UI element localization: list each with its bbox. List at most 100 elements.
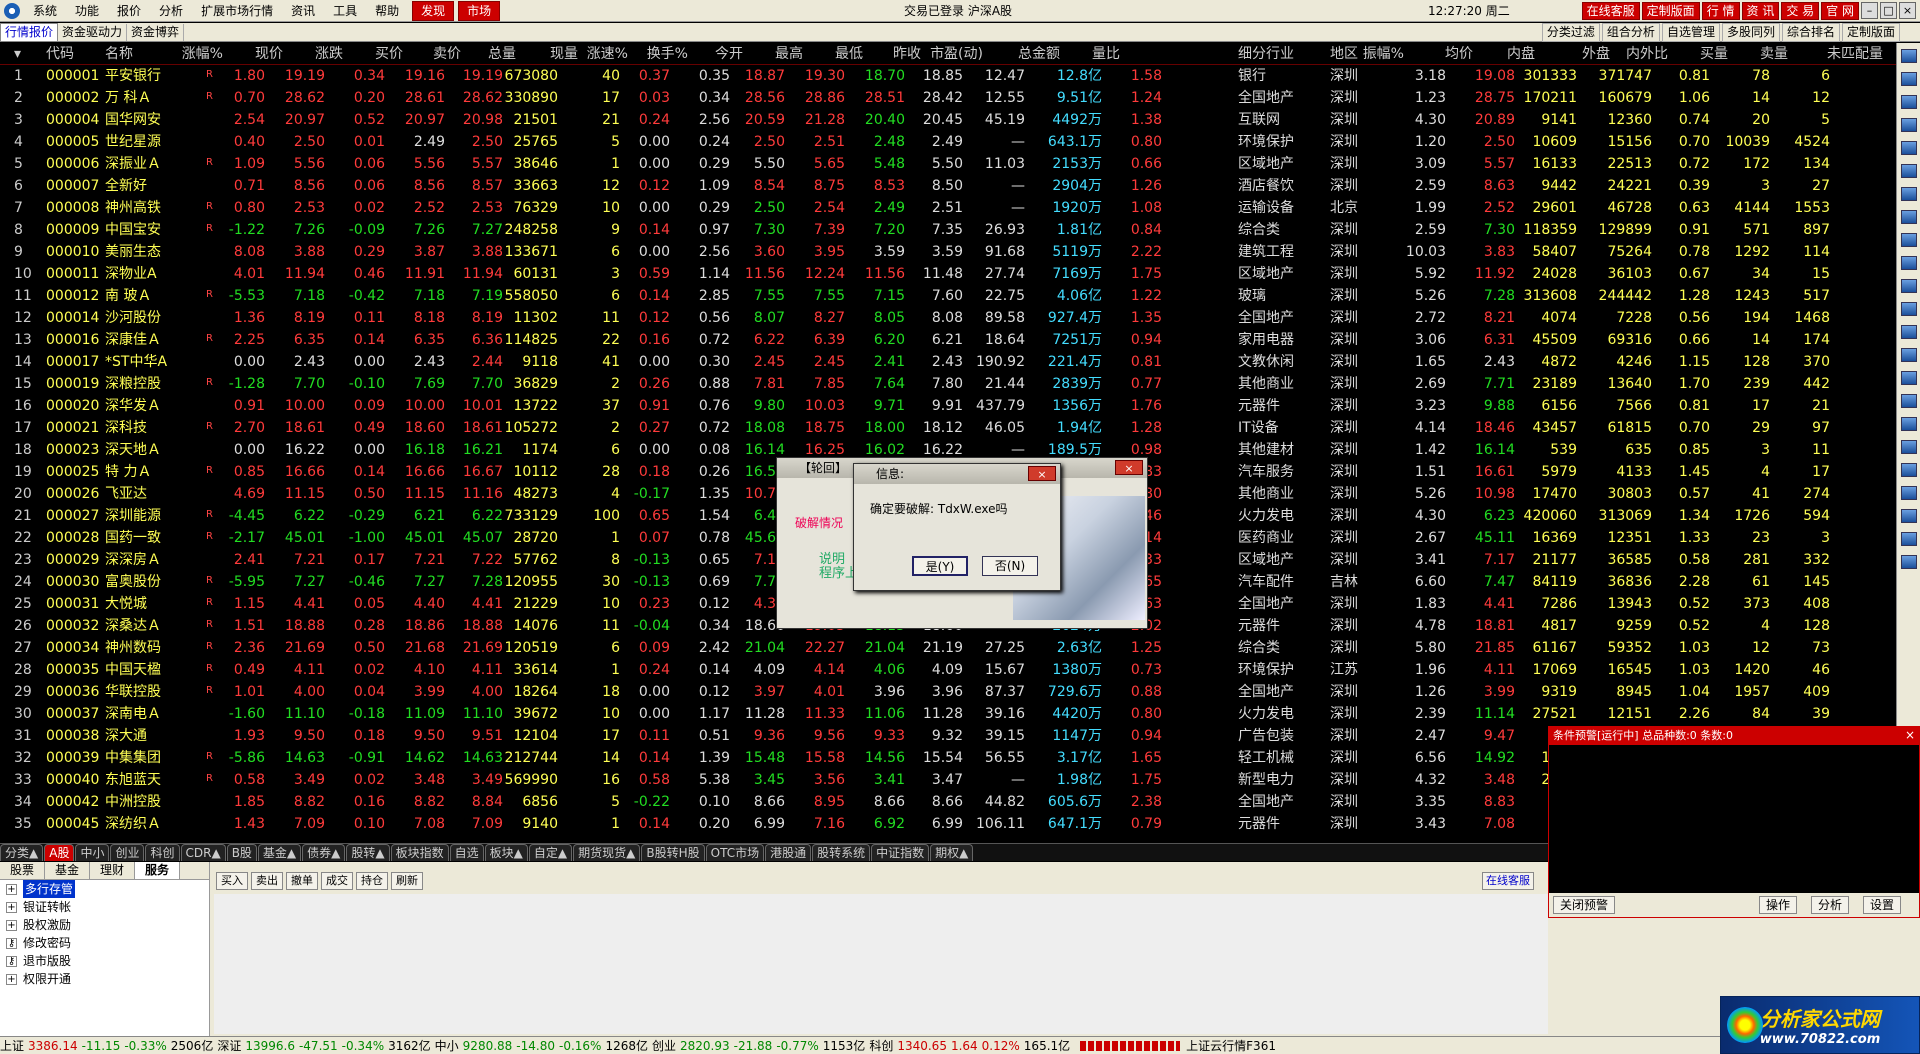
section-tab[interactable]: 港股通 — [765, 844, 812, 861]
column-header[interactable]: 均价 — [1445, 43, 1473, 65]
tree-item[interactable]: + 股权激励 — [0, 916, 209, 934]
close-alert-button[interactable]: 关闭预警 — [1553, 896, 1616, 914]
table-row[interactable]: 30 000037 深南电Ａ -1.60 11.10 -0.18 11.09 11.10 396… — [0, 703, 1920, 725]
online-service-link[interactable]: 在线客服 — [1482, 872, 1534, 890]
column-header[interactable]: 涨幅% — [182, 43, 223, 65]
column-header[interactable]: 买价 — [375, 43, 403, 65]
expand-icon[interactable]: + — [6, 919, 17, 931]
tab-quotes[interactable]: 行情报价 — [0, 22, 59, 42]
column-header[interactable]: 总金额 — [1018, 43, 1060, 65]
tab-wealth[interactable]: 理财 — [90, 862, 136, 879]
column-header[interactable]: 买量 — [1700, 43, 1728, 65]
column-header[interactable]: 地区 — [1330, 43, 1358, 65]
toolbar-icon[interactable] — [1900, 95, 1917, 109]
expand-icon[interactable]: + — [6, 973, 17, 985]
table-row[interactable]: 2 000002 万 科Ａ 0.70 28.62 0.20 28.61 28.62 330890… — [0, 87, 1920, 109]
tab-multi[interactable]: 多股同列 — [1721, 23, 1780, 42]
table-row[interactable]: 9 000010 美丽生态 8.08 3.88 0.29 3.87 3.88 133671 6 0.… — [0, 241, 1920, 263]
section-tab[interactable]: A股 — [44, 844, 75, 861]
table-row[interactable]: 6 000007 全新好 0.71 8.56 0.06 8.56 8.57 33663 12 0.1… — [0, 175, 1920, 197]
positions-button[interactable]: 持仓 — [356, 872, 388, 890]
close-icon[interactable]: × — [1028, 466, 1056, 481]
table-row[interactable]: 11 000012 南 玻Ａ -5.53 7.18 -0.42 7.18 7.19 558050… — [0, 285, 1920, 307]
section-tab[interactable]: CDR▲ — [180, 844, 226, 861]
section-tab[interactable]: B股转H股 — [641, 844, 705, 861]
column-header[interactable]: 最低 — [835, 43, 863, 65]
sort-icon[interactable]: ▾ — [14, 43, 21, 65]
toolbar-icon[interactable] — [1900, 279, 1917, 293]
close-icon[interactable]: × — [1899, 2, 1916, 19]
menu-item[interactable]: 工具 — [324, 0, 366, 22]
toolbar-icon[interactable] — [1900, 187, 1917, 201]
toolbar-icon[interactable] — [1900, 210, 1917, 224]
section-tab[interactable]: 期权▲ — [930, 844, 974, 861]
table-row[interactable]: 28 000035 中国天楹 0.49 4.11 0.02 4.10 4.11 33614 1 0.… — [0, 659, 1920, 681]
table-row[interactable]: 14 000017 *ST中华A 0.00 2.43 0.00 2.43 2.44 9118 41… — [0, 351, 1920, 373]
table-row[interactable]: 3 000004 国华网安 2.54 20.97 0.52 20.97 20.98 21501 2… — [0, 109, 1920, 131]
analyze-button[interactable]: 分析 — [1811, 896, 1850, 914]
tab-combo[interactable]: 组合分析 — [1601, 23, 1660, 42]
section-tab[interactable]: 分类▲ — [0, 844, 44, 861]
column-header[interactable]: 代码 — [46, 43, 74, 65]
close-icon[interactable]: × — [1115, 460, 1143, 475]
column-header[interactable]: 最高 — [775, 43, 803, 65]
toolbar-icon[interactable] — [1900, 486, 1917, 500]
section-tab[interactable]: 自定▲ — [528, 844, 573, 861]
toolbar-icon[interactable] — [1900, 325, 1917, 339]
toolbar-icon[interactable] — [1900, 118, 1917, 132]
table-row[interactable]: 10 000011 深物业A 4.01 11.94 0.46 11.91 11.94 60131… — [0, 263, 1920, 285]
table-row[interactable]: 5 000006 深振业Ａ 1.09 5.56 0.06 5.56 5.57 38646 1 0.0… — [0, 153, 1920, 175]
index-name[interactable]: 深证 — [217, 1037, 241, 1054]
menu-item[interactable]: 报价 — [108, 0, 150, 22]
column-header[interactable]: 内外比 — [1626, 43, 1668, 65]
column-header[interactable]: 换手% — [647, 43, 688, 65]
section-tab[interactable]: 股转▲ — [346, 844, 390, 861]
section-tab[interactable]: 基金▲ — [257, 844, 302, 861]
sell-button[interactable]: 卖出 — [251, 872, 283, 890]
yes-button[interactable]: 是(Y) — [912, 556, 968, 576]
column-header[interactable]: 外盘 — [1582, 43, 1610, 65]
toolbar-icon[interactable] — [1900, 532, 1917, 546]
settings-button[interactable]: 设置 — [1863, 896, 1902, 914]
toolbar-icon[interactable] — [1900, 348, 1917, 362]
operate-button[interactable]: 操作 — [1759, 896, 1798, 914]
quotes-button[interactable]: 行 情 — [1701, 2, 1740, 20]
section-tab[interactable]: 股转系统 — [812, 844, 871, 861]
column-header[interactable]: 涨跌 — [315, 43, 343, 65]
menu-item[interactable]: 系统 — [24, 0, 66, 22]
column-header[interactable]: 名称 — [105, 43, 133, 65]
table-row[interactable]: 29 000036 华联控股 1.01 4.00 0.04 3.99 4.00 18264 18 0… — [0, 681, 1920, 703]
custom-layout-button[interactable]: 定制版面 — [1641, 2, 1700, 20]
column-header[interactable]: 量比 — [1092, 43, 1120, 65]
section-tab[interactable]: 创业 — [110, 844, 145, 861]
tree-item[interactable]: + 权限开通 — [0, 970, 209, 988]
toolbar-icon[interactable] — [1900, 302, 1917, 316]
section-tab[interactable]: 自选 — [449, 844, 484, 861]
table-row[interactable]: 4 000005 世纪星源 0.40 2.50 0.01 2.49 2.50 25765 5 0.0… — [0, 131, 1920, 153]
column-header[interactable]: 涨速% — [587, 43, 628, 65]
table-row[interactable]: 7 000008 神州高铁 0.80 2.53 0.02 2.52 2.53 76329 10 0.… — [0, 197, 1920, 219]
toolbar-icon[interactable] — [1900, 49, 1917, 63]
toolbar-icon[interactable] — [1900, 371, 1917, 385]
tab-layout[interactable]: 定制版面 — [1841, 23, 1900, 42]
toolbar-icon[interactable] — [1900, 555, 1917, 569]
section-tab[interactable]: B股 — [226, 844, 257, 861]
table-row[interactable]: 15 000019 深粮控股 -1.28 7.70 -0.10 7.69 7.70 36829 2… — [0, 373, 1920, 395]
index-name[interactable]: 中小 — [435, 1037, 459, 1054]
column-header[interactable]: 细分行业 — [1238, 43, 1294, 65]
toolbar-icon[interactable] — [1900, 417, 1917, 431]
tab-stocks[interactable]: 股票 — [0, 862, 46, 879]
table-row[interactable]: 16 000020 深华发Ａ 0.91 10.00 0.09 10.00 10.01 13722… — [0, 395, 1920, 417]
tree-item[interactable]: ⚷ 退市版股 — [0, 952, 209, 970]
section-tab[interactable]: 中小 — [75, 844, 110, 861]
toolbar-icon[interactable] — [1900, 440, 1917, 454]
section-tab[interactable]: 期货现货▲ — [573, 844, 641, 861]
refresh-button[interactable]: 刷新 — [391, 872, 423, 890]
table-row[interactable]: 13 000016 深康佳Ａ 2.25 6.35 0.14 6.35 6.36 114825 22… — [0, 329, 1920, 351]
cancel-order-button[interactable]: 撤单 — [286, 872, 318, 890]
toolbar-icon[interactable] — [1900, 256, 1917, 270]
column-header[interactable]: 现量 — [550, 43, 578, 65]
toolbar-icon[interactable] — [1900, 394, 1917, 408]
news-button[interactable]: 资 讯 — [1741, 2, 1780, 20]
tree-item[interactable]: ⚷ 修改密码 — [0, 934, 209, 952]
